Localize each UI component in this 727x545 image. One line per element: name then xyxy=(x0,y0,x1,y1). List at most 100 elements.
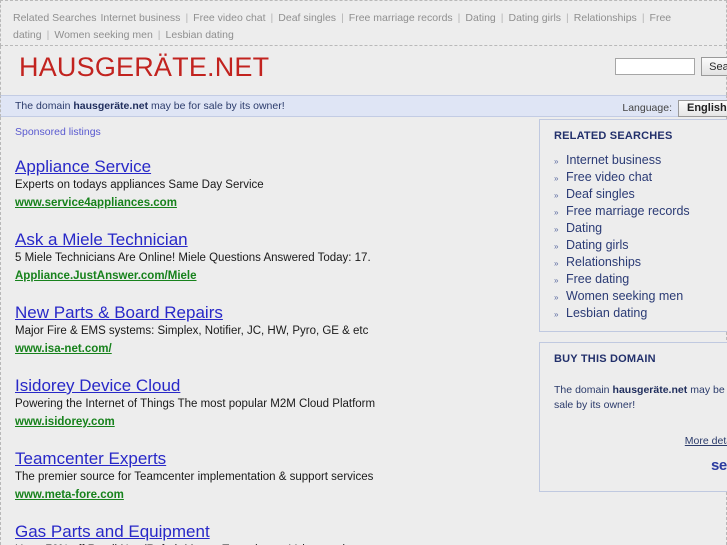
chevron-right-icon: » xyxy=(554,191,559,200)
related-search-link[interactable]: Dating girls xyxy=(566,238,629,252)
chevron-right-icon: » xyxy=(554,310,559,319)
buy-domain-text: The domain hausgeräte.net may be for sal… xyxy=(540,375,727,413)
topnav-link-8[interactable]: Women seeking men xyxy=(54,29,152,41)
related-search-link[interactable]: Relationships xyxy=(566,255,641,269)
topnav-separator: | xyxy=(500,12,504,24)
topnav-separator: | xyxy=(641,12,645,24)
related-searches-label: Related Searches xyxy=(13,12,97,24)
topnav-separator: | xyxy=(566,12,569,24)
topnav-link-9[interactable]: Lesbian dating xyxy=(166,29,234,41)
language-label: Language: xyxy=(622,102,672,114)
sedo-logo[interactable]: sedo xyxy=(711,457,727,474)
top-related-searches-bar: Related Searches Internet business | Free v… xyxy=(0,0,727,46)
related-search-link[interactable]: Lesbian dating xyxy=(566,306,647,320)
ad-title-link[interactable]: New Parts & Board Repairs xyxy=(15,302,223,323)
domain-for-sale-notice: The domain hausgeräte.net may be for sal… xyxy=(0,95,727,117)
topnav-link-5[interactable]: Dating girls xyxy=(509,12,562,24)
buy-this-domain-box: BUY THIS DOMAIN The domain hausgeräte.ne… xyxy=(539,342,727,492)
chevron-right-icon: » xyxy=(554,174,559,183)
ad-title-link[interactable]: Appliance Service xyxy=(15,156,151,177)
topnav-separator: | xyxy=(157,29,161,41)
search-input[interactable] xyxy=(615,58,696,75)
ad-url-link[interactable]: www.isa-net.com/ xyxy=(15,341,112,357)
chevron-right-icon: » xyxy=(554,259,559,268)
related-search-item[interactable]: » Deaf singles xyxy=(554,186,727,203)
ad-url-link[interactable]: www.service4appliances.com xyxy=(15,195,177,211)
sponsored-ad: Ask a Miele Technician 5 Miele Technician… xyxy=(15,229,531,284)
related-search-item[interactable]: » Dating girls xyxy=(554,237,727,254)
ad-title-link[interactable]: Teamcenter Experts xyxy=(15,448,166,469)
related-search-link[interactable]: Women seeking men xyxy=(566,289,683,303)
buy-domain-heading: BUY THIS DOMAIN xyxy=(554,353,656,365)
related-search-item[interactable]: » Relationships xyxy=(554,254,727,271)
related-search-item[interactable]: » Lesbian dating xyxy=(554,305,727,322)
related-search-link[interactable]: Internet business xyxy=(566,153,661,167)
ad-url-link[interactable]: Appliance.JustAnswer.com/Miele xyxy=(15,268,197,284)
related-search-link[interactable]: Free marriage records xyxy=(566,204,690,218)
ad-url-link[interactable]: www.meta-fore.com xyxy=(15,487,124,503)
language-select[interactable]: English xyxy=(678,99,727,117)
related-search-item[interactable]: » Women seeking men xyxy=(554,288,727,305)
related-search-link[interactable]: Deaf singles xyxy=(566,187,635,201)
search-button[interactable]: Search xyxy=(701,57,727,76)
topnav-separator: | xyxy=(46,29,50,41)
notice-prefix: The domain xyxy=(15,100,74,112)
related-searches-list: » Internet business » Free video chat » Deaf … xyxy=(540,152,727,322)
ad-description: Experts on todays appliances Same Day Se… xyxy=(15,179,264,191)
chevron-right-icon: » xyxy=(554,157,559,166)
notice-domain: hausgeräte.net xyxy=(73,100,149,112)
related-searches-heading: RELATED SEARCHES xyxy=(554,130,673,142)
buy-prefix: The domain xyxy=(554,384,613,396)
sponsored-ad: New Parts & Board Repairs Major Fire & EM… xyxy=(15,302,531,357)
more-details-row: More details xyxy=(540,413,727,449)
ad-description: 5 Miele Technicians Are Online! Miele Qu… xyxy=(15,252,371,264)
chevron-right-icon: » xyxy=(554,208,559,217)
related-searches-box: RELATED SEARCHES » Internet business » Free… xyxy=(539,119,727,332)
language-selector-area: Language: English xyxy=(622,98,727,118)
ad-title-link[interactable]: Ask a Miele Technician xyxy=(15,229,188,250)
related-search-link[interactable]: Dating xyxy=(566,221,602,235)
site-logo: HAUSGERÄTE.NET xyxy=(19,52,270,82)
related-search-link[interactable]: Free video chat xyxy=(566,170,652,184)
topnav-link-4[interactable]: Dating xyxy=(465,12,495,24)
ad-description: The premier source for Teamcenter implem… xyxy=(15,471,374,483)
chevron-right-icon: » xyxy=(554,293,559,302)
sponsored-ad: Appliance Service Experts on todays appli… xyxy=(15,156,531,211)
related-search-item[interactable]: » Free dating xyxy=(554,271,727,288)
content-area: Sponsored listings Appliance Service Expe… xyxy=(0,117,727,545)
topnav-link-0[interactable]: Internet business xyxy=(100,12,180,24)
related-search-item[interactable]: » Internet business xyxy=(554,152,727,169)
ad-url-link[interactable]: www.isidorey.com xyxy=(15,414,115,430)
related-search-item[interactable]: » Free marriage records xyxy=(554,203,727,220)
sidebar: RELATED SEARCHES » Internet business » Free… xyxy=(531,117,727,545)
header-search-area: Search xyxy=(615,57,727,76)
sponsored-ad: Gas Parts and EquipmentUp to 70% off Ret… xyxy=(15,521,531,545)
related-search-link[interactable]: Free dating xyxy=(566,272,629,286)
ad-title-link[interactable]: Gas Parts and Equipment xyxy=(15,521,210,542)
page-root: Related Searches Internet business | Free v… xyxy=(0,0,727,545)
topnav-link-2[interactable]: Deaf singles xyxy=(278,12,336,24)
ad-description: Major Fire & EMS systems: Simplex, Notif… xyxy=(15,325,369,337)
related-search-item[interactable]: » Dating xyxy=(554,220,727,237)
chevron-right-icon: » xyxy=(554,242,559,251)
buy-domain-name: hausgeräte.net xyxy=(612,384,688,396)
topnav-separator: | xyxy=(457,12,461,24)
topnav-separator: | xyxy=(185,12,189,24)
sponsored-ad: Teamcenter Experts The premier source for… xyxy=(15,448,531,503)
topnav-link-1[interactable]: Free video chat xyxy=(193,12,265,24)
sponsored-ad: Isidorey Device Cloud Powering the Intern… xyxy=(15,375,531,430)
chevron-right-icon: » xyxy=(554,225,559,234)
sedo-brand-row: sedo xyxy=(540,449,727,475)
sponsored-listings-label: Sponsored listings xyxy=(15,126,101,138)
topnav-separator: | xyxy=(341,12,344,24)
ad-description: Powering the Internet of Things The most… xyxy=(15,398,376,410)
notice-text: The domain hausgeräte.net may be for sal… xyxy=(15,96,285,116)
ad-title-link[interactable]: Isidorey Device Cloud xyxy=(15,375,180,396)
site-header: HAUSGERÄTE.NET Search xyxy=(0,46,727,95)
related-search-item[interactable]: » Free video chat xyxy=(554,169,727,186)
topnav-link-6[interactable]: Relationships xyxy=(574,12,637,24)
topnav-link-3[interactable]: Free marriage records xyxy=(349,12,453,24)
notice-suffix: may be for sale by its owner! xyxy=(148,100,285,112)
more-details-link[interactable]: More details xyxy=(685,435,727,447)
sponsored-listings-column: Sponsored listings Appliance Service Expe… xyxy=(1,117,531,545)
